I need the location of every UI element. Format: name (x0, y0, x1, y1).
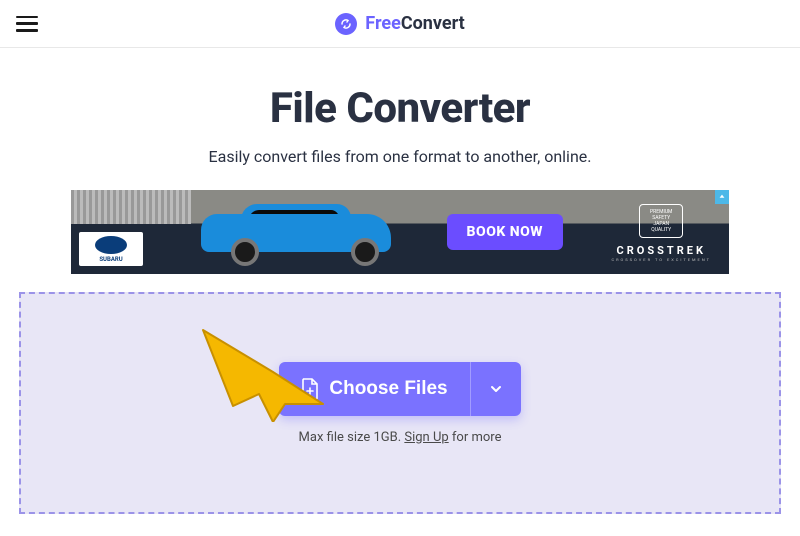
header: FreeConvert (0, 0, 800, 48)
ad-right-text: PREMIUM SAFETY JAPAN QUALITY CROSSTREK C… (611, 204, 711, 262)
page-subtitle: Easily convert files from one format to … (16, 147, 784, 166)
file-add-icon (301, 378, 319, 400)
choose-files-group: Choose Files (279, 362, 520, 416)
logo-text-free: Free (365, 13, 401, 34)
file-dropzone[interactable]: Choose Files Max file size 1GB. Sign Up … (19, 292, 781, 514)
choose-files-button[interactable]: Choose Files (279, 362, 469, 416)
chevron-down-icon (489, 382, 503, 396)
logo[interactable]: FreeConvert (335, 13, 464, 35)
ad-close-icon[interactable] (715, 190, 729, 204)
logo-icon (335, 13, 357, 35)
ad-banner[interactable]: SUBARU BOOK NOW PREMIUM SAFETY JAPAN QUA… (71, 190, 729, 274)
ad-car-image (191, 204, 411, 268)
choose-files-label: Choose Files (329, 378, 447, 400)
ad-background (71, 190, 191, 224)
ad-brand-badge: SUBARU (79, 232, 143, 266)
main-content: File Converter Easily convert files from… (0, 48, 800, 514)
choose-files-dropdown-button[interactable] (470, 362, 521, 416)
page-title: File Converter (16, 84, 784, 133)
hamburger-menu-icon[interactable] (16, 16, 38, 32)
ad-cta-button[interactable]: BOOK NOW (447, 214, 563, 250)
signup-link[interactable]: Sign Up (404, 430, 448, 445)
logo-text-convert: Convert (401, 13, 465, 34)
file-size-hint: Max file size 1GB. Sign Up for more (299, 430, 502, 445)
